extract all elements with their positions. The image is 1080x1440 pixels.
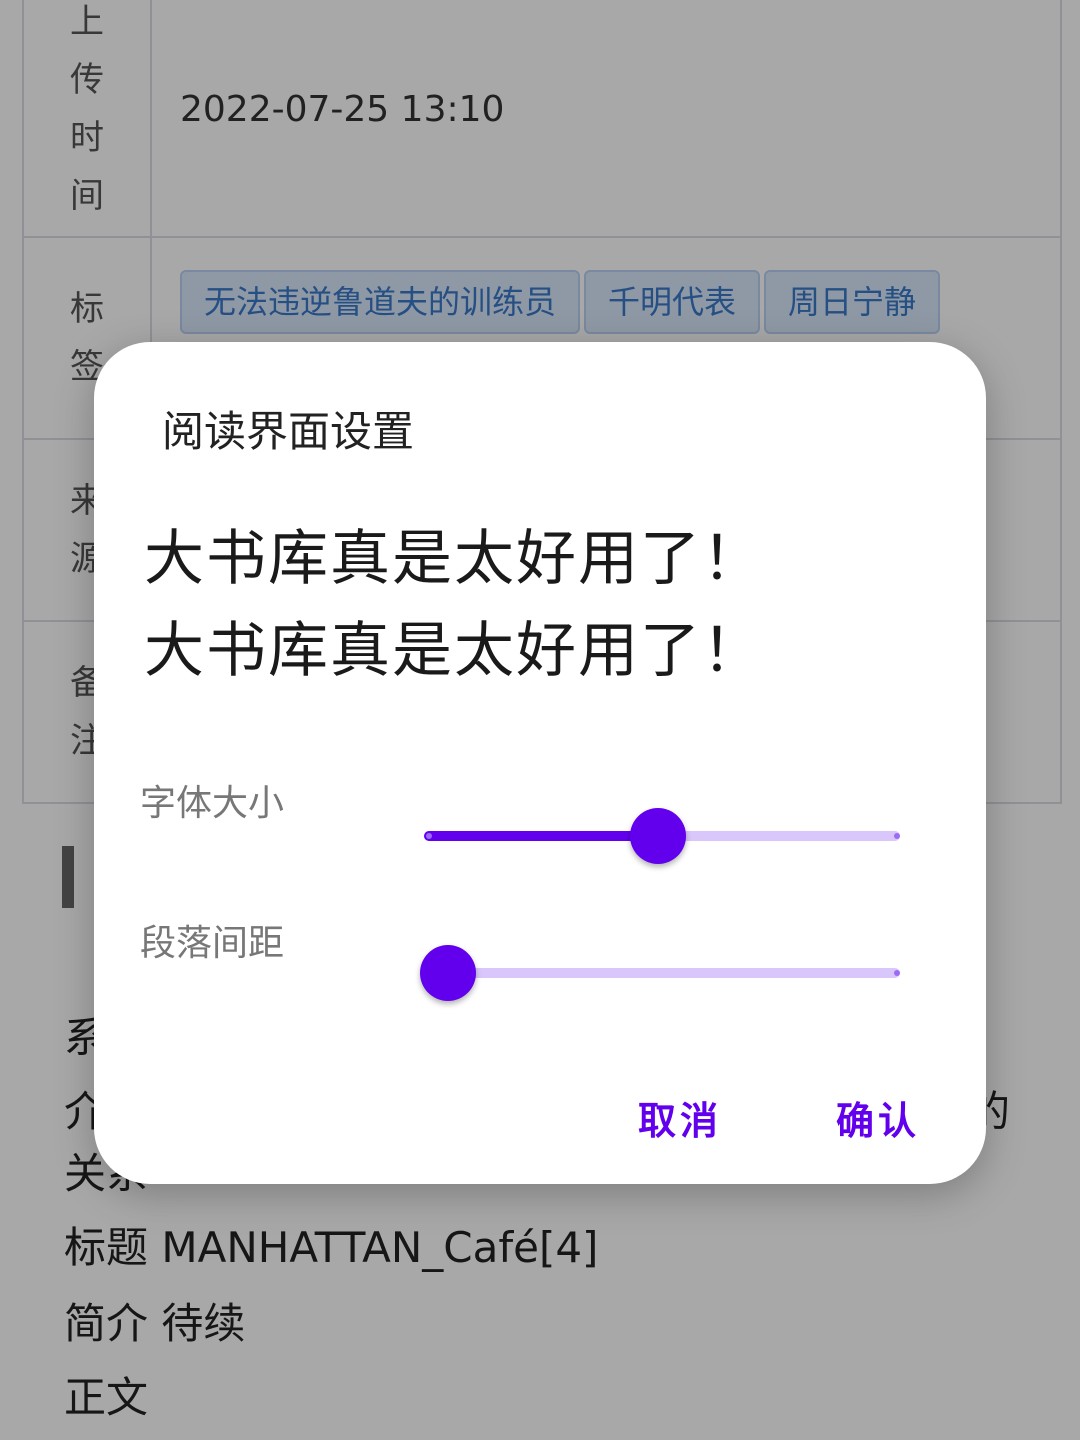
paragraph-spacing-slider[interactable] (420, 945, 900, 1001)
preview-text: 大书库真是太好用了！ (144, 616, 764, 686)
slider-track-end-dot (894, 833, 900, 839)
paragraph-spacing-label: 段落间距 (140, 923, 285, 964)
dialog-title: 阅读界面设置 (162, 407, 415, 456)
slider-track-active (424, 831, 662, 841)
slider-thumb[interactable] (420, 945, 476, 1001)
slider-track-end-dot (894, 970, 900, 976)
reading-settings-dialog: 阅读界面设置 大书库真是太好用了！ 大书库真是太好用了！ 字体大小 段落间距 取… (94, 342, 986, 1184)
preview-text: 大书库真是太好用了！ (144, 524, 764, 594)
font-size-label: 字体大小 (140, 783, 285, 824)
slider-thumb[interactable] (630, 808, 686, 864)
cancel-button[interactable]: 取消 (638, 1090, 722, 1145)
font-size-slider[interactable] (424, 808, 900, 864)
slider-track-start-dot (426, 833, 432, 839)
confirm-button[interactable]: 确认 (836, 1090, 920, 1145)
slider-track[interactable] (424, 968, 900, 978)
